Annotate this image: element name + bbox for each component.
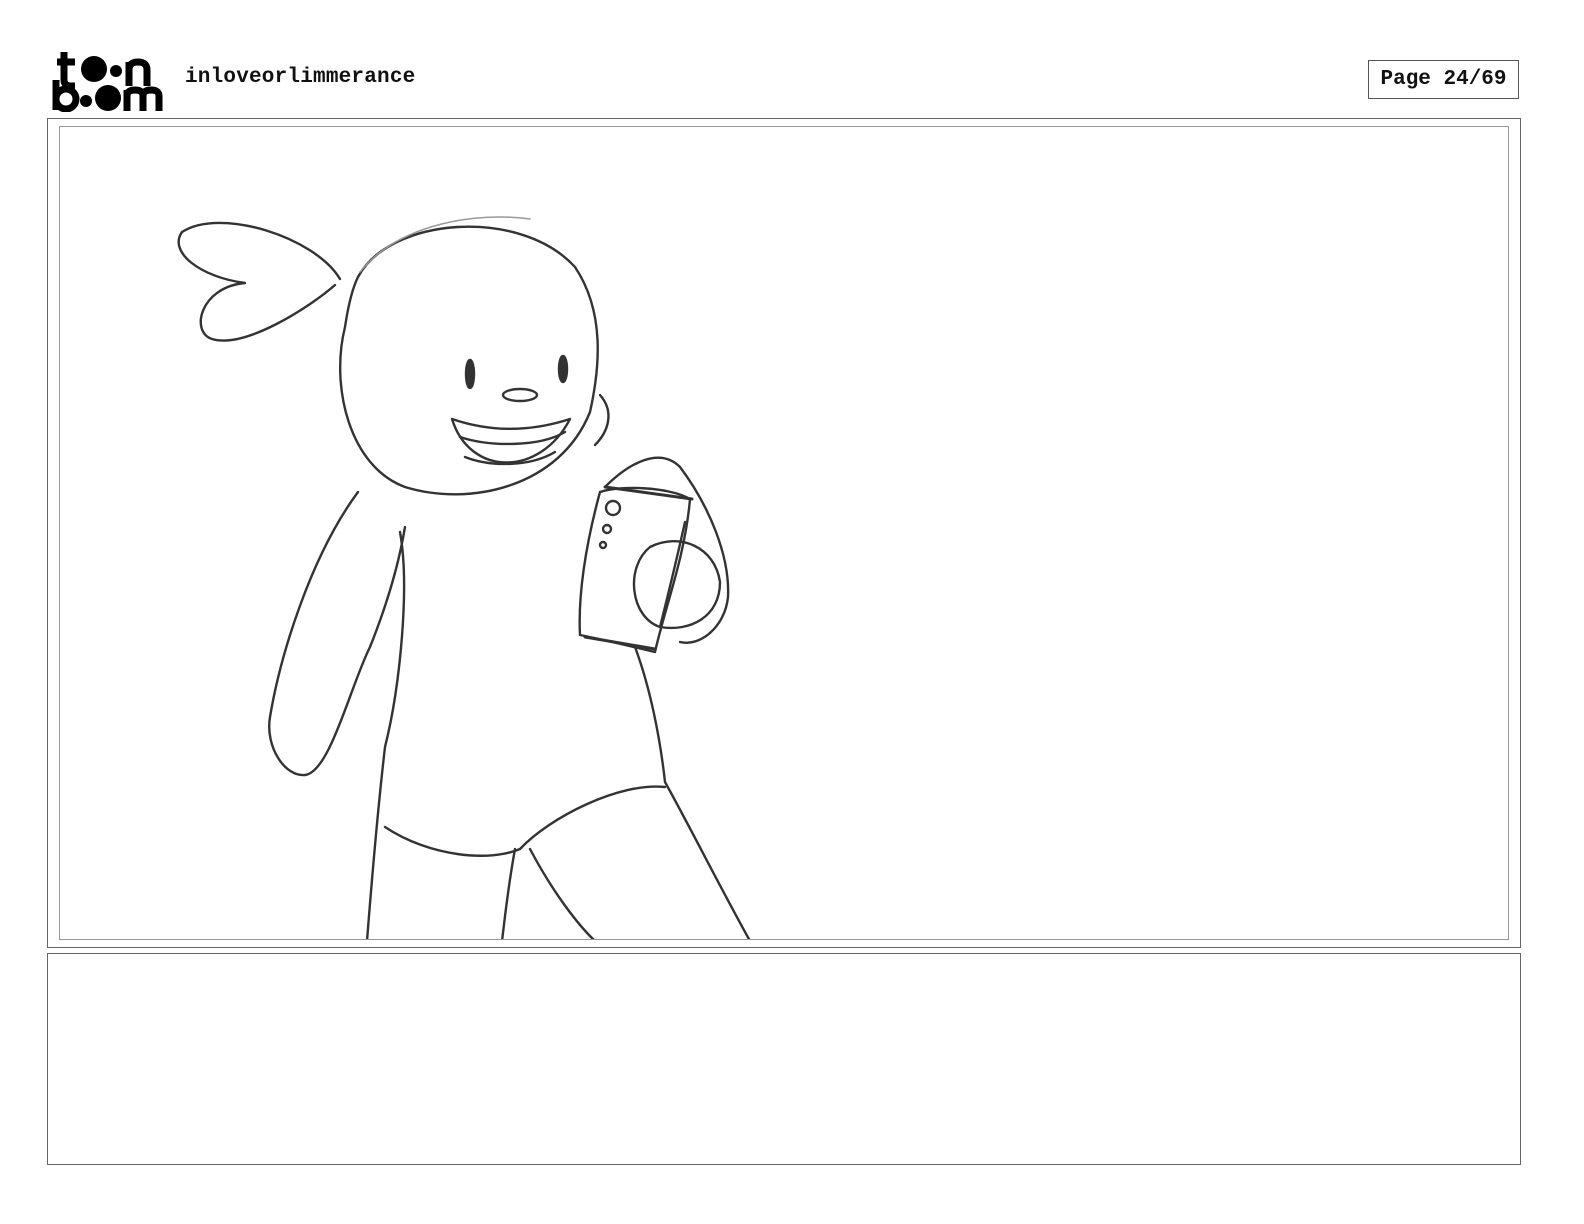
left-arm xyxy=(268,490,407,777)
right-arm xyxy=(603,456,730,644)
project-title: inloveorlimmerance xyxy=(185,66,416,89)
body-left xyxy=(365,530,406,939)
lower-body xyxy=(383,785,667,857)
heart-tuft xyxy=(177,221,342,342)
toon-boom-logo xyxy=(52,52,163,112)
storyboard-panel[interactable] xyxy=(59,126,1509,940)
left-eye xyxy=(464,358,476,390)
body-right xyxy=(633,645,751,939)
page-indicator: Page 24/69 xyxy=(1368,60,1519,99)
nose xyxy=(501,387,539,403)
panel-notes-box[interactable] xyxy=(47,953,1521,1165)
right-eye xyxy=(557,354,569,384)
character-sketch xyxy=(177,216,751,939)
page-indicator-label: Page 24/69 xyxy=(1380,68,1507,91)
